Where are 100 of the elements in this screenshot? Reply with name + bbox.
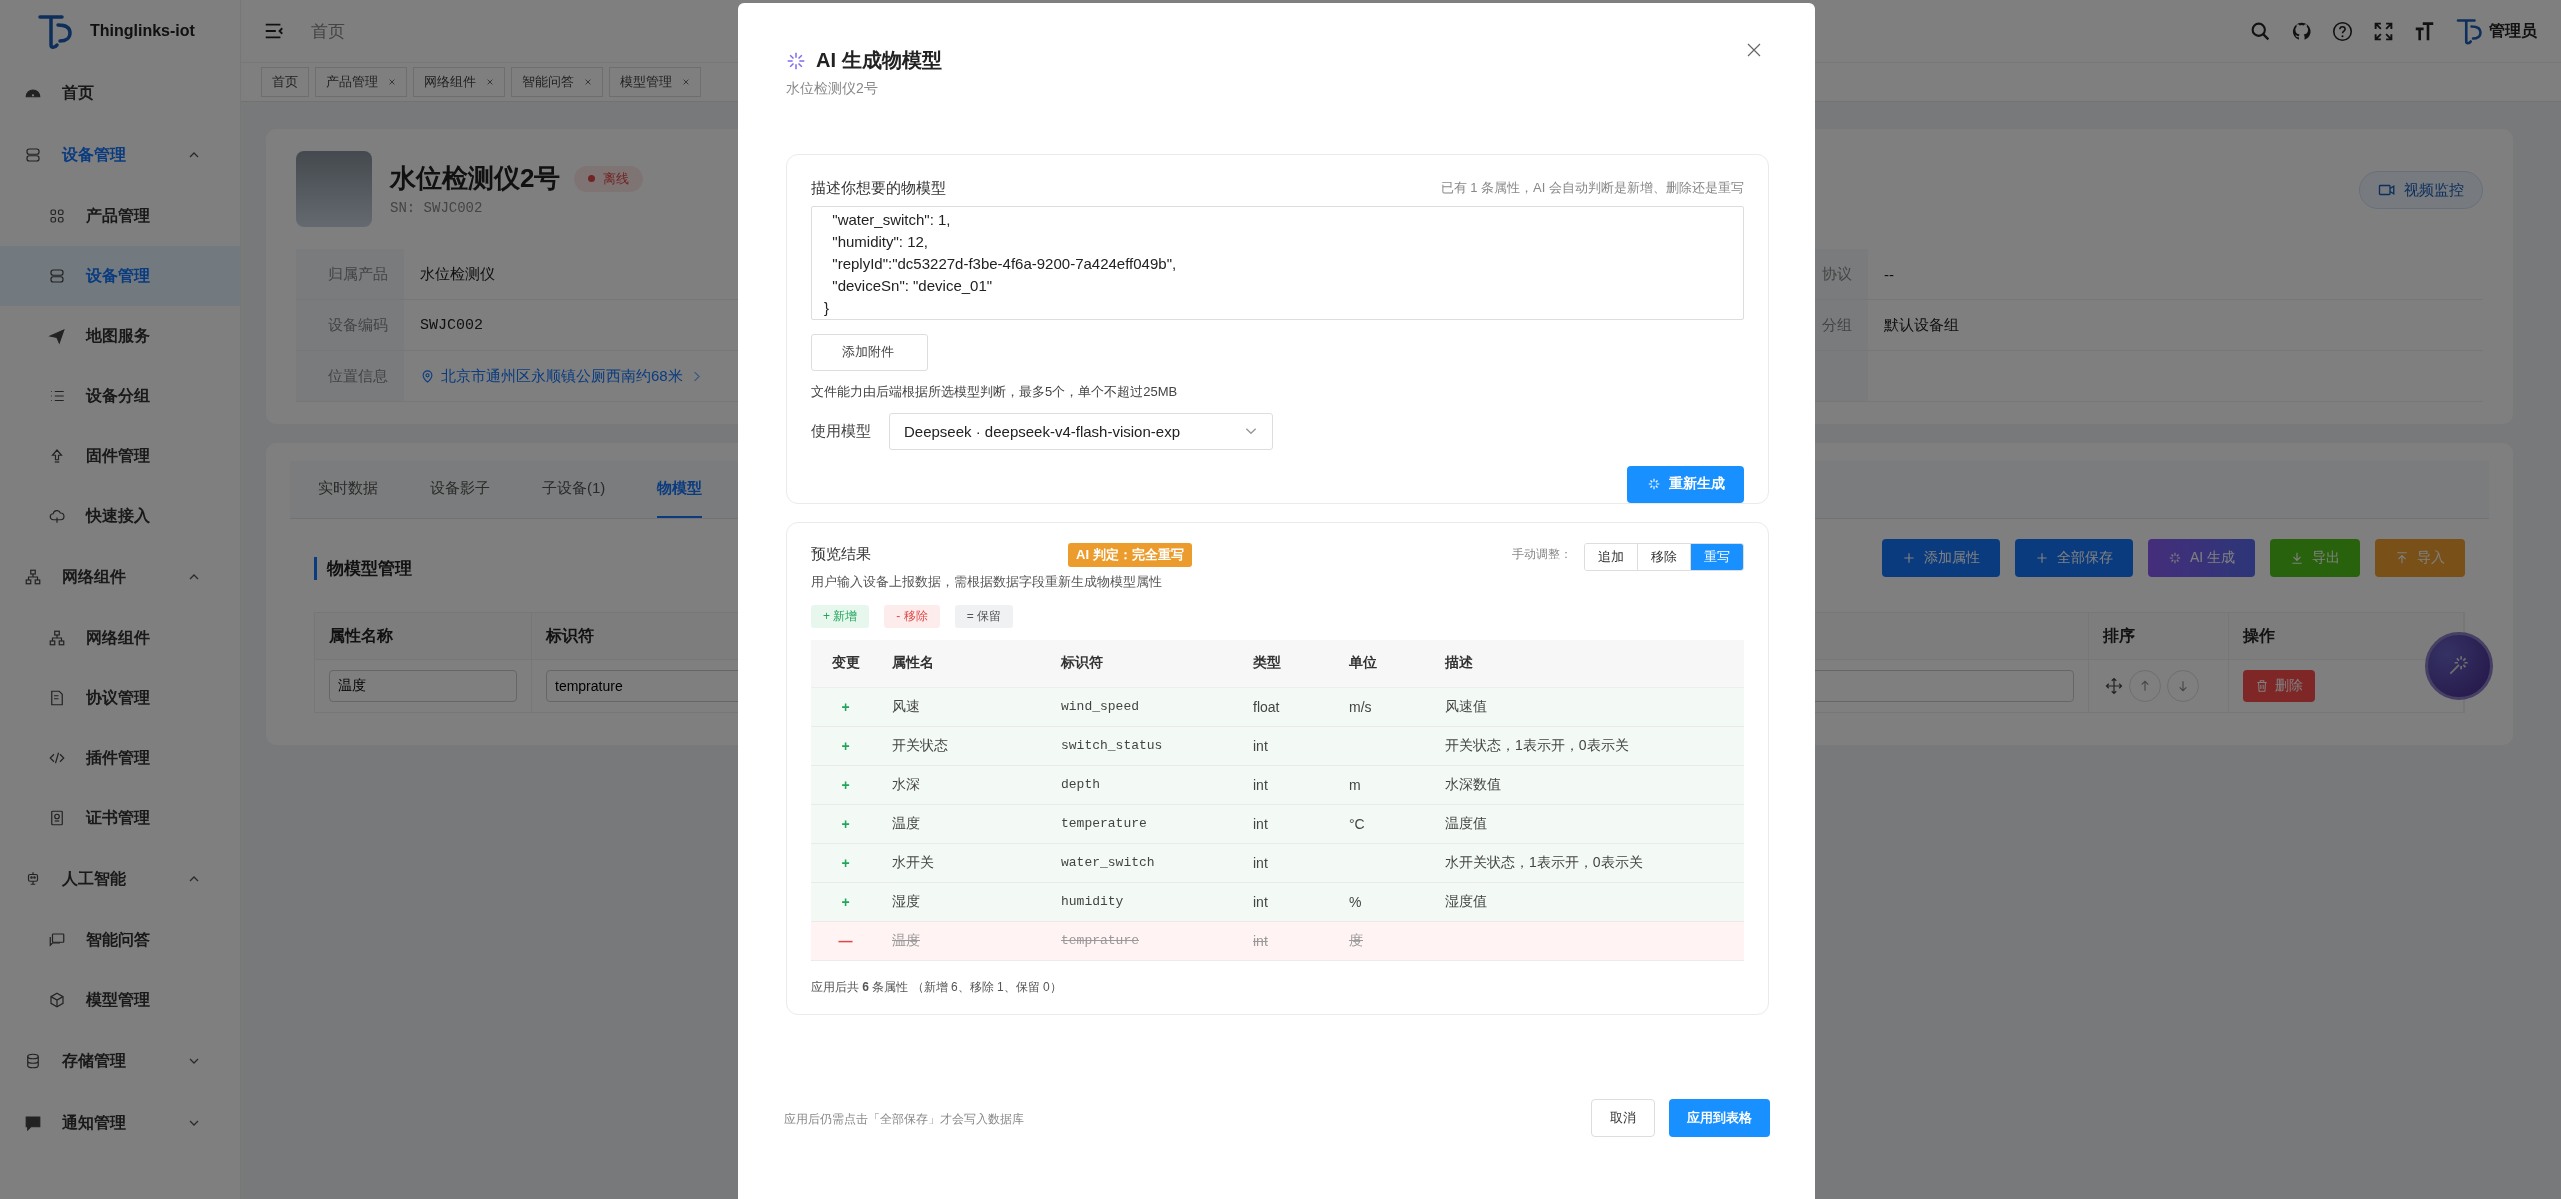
close-icon[interactable] xyxy=(584,78,592,86)
page-tab[interactable]: 模型管理 xyxy=(609,67,701,97)
fullscreen-icon[interactable] xyxy=(2373,20,2394,42)
column-header: 描述 xyxy=(1444,654,1474,673)
table-cell-text: int xyxy=(1252,932,1269,949)
database-icon xyxy=(24,1052,42,1070)
table-cell-text: wind_speed xyxy=(1060,699,1140,715)
menu-item[interactable]: 通知管理 xyxy=(0,1092,240,1154)
table-cell-text: switch_status xyxy=(1060,738,1164,754)
upload-icon xyxy=(2395,551,2409,565)
table-cell-text: 水深 xyxy=(891,775,921,794)
menu-item[interactable]: 协议管理 xyxy=(0,668,240,728)
menu-item[interactable]: 人工智能 xyxy=(0,848,240,910)
breadcrumb[interactable]: 首页 xyxy=(311,19,345,43)
change-mark: + xyxy=(840,893,851,910)
table-cell-text: int xyxy=(1252,854,1269,871)
cat-icon[interactable] xyxy=(2291,20,2312,42)
table-cell-text: 水开关状态，1表示开，0表示关 xyxy=(1444,853,1644,872)
save-button[interactable]: 全部保存 xyxy=(2014,539,2133,577)
font-size-icon[interactable] xyxy=(2414,20,2435,42)
section-title: 物模型管理 xyxy=(314,556,412,580)
name-field[interactable]: 温度 xyxy=(329,670,517,702)
menu-item[interactable]: 首页 xyxy=(0,62,240,124)
mode-option[interactable]: 重写 xyxy=(1690,543,1743,570)
user-menu[interactable]: 管理员 xyxy=(2455,16,2537,46)
field-value: -- xyxy=(1868,249,2483,300)
page-tab[interactable]: 产品管理 xyxy=(315,67,407,97)
sparkle-icon xyxy=(2167,551,2182,565)
page-tab[interactable]: 智能问答 xyxy=(511,67,603,97)
dialog-title: AI 生成物模型 xyxy=(816,48,942,73)
table-cell-text: float xyxy=(1252,698,1281,715)
network-icon xyxy=(48,629,66,647)
table-cell-text: 开关状态，1表示开，0表示关 xyxy=(1444,736,1630,755)
server-icon xyxy=(48,267,66,285)
help-icon[interactable] xyxy=(2332,20,2353,42)
adjust-label: 手动调整： xyxy=(1512,545,1572,563)
menu-item[interactable]: 设备管理 xyxy=(0,124,240,186)
menu-item[interactable]: 产品管理 xyxy=(0,186,240,246)
menu-item[interactable]: 固件管理 xyxy=(0,426,240,486)
attach-button[interactable]: 添加附件 xyxy=(811,333,928,371)
page-tab[interactable]: 首页 xyxy=(261,67,309,97)
drag-handle-icon[interactable] xyxy=(2105,677,2123,695)
prompt-label: 描述你想要的物模型 xyxy=(811,178,946,198)
delete-button[interactable]: 删除 xyxy=(2243,670,2315,702)
menu-item[interactable]: 模型管理 xyxy=(0,970,240,1030)
detail-tab[interactable]: 物模型 xyxy=(657,461,703,518)
legend-tag: - 移除 xyxy=(884,604,940,628)
paper-plane-icon xyxy=(48,327,66,345)
menu-item[interactable]: 证书管理 xyxy=(0,788,240,848)
footer-note: 应用后仍需点击「全部保存」才会写入数据库 xyxy=(784,1110,1024,1128)
change-mark: — xyxy=(837,932,854,949)
document-icon xyxy=(48,689,66,707)
menu-item[interactable]: 插件管理 xyxy=(0,728,240,788)
menu-item[interactable]: 存储管理 xyxy=(0,1030,240,1092)
table-cell-text: m xyxy=(1348,776,1362,793)
prompt-field[interactable]: "water_switch": 1, "humidity": 12, "replyId":"dc53227d-f3be-4f6a-9200-7a424eff049b", "deviceSn": "device_01" } xyxy=(811,205,1744,320)
table-cell-text: int xyxy=(1252,776,1269,793)
menu-item[interactable]: 网络组件 xyxy=(0,608,240,668)
add-button[interactable]: 添加属性 xyxy=(1881,539,2000,577)
brand-name: Thinglinks-iot xyxy=(90,22,195,40)
video-button[interactable]: 视频监控 xyxy=(2359,171,2483,209)
apply-button[interactable]: 应用到表格 xyxy=(1669,1098,1770,1137)
model-select[interactable]: Deepseek · deepseek-v4-flash-vision-exp xyxy=(889,412,1273,450)
detail-tab[interactable]: 子设备(1) xyxy=(542,461,606,518)
table-cell-text: 湿度 xyxy=(891,892,921,911)
menu-item[interactable]: 快速接入 xyxy=(0,486,240,546)
cancel-button[interactable]: 取消 xyxy=(1591,1098,1655,1137)
field-label: 设备编码 xyxy=(296,300,404,351)
trash-icon xyxy=(2255,679,2269,693)
message-icon xyxy=(24,1114,42,1132)
certificate-icon xyxy=(48,809,66,827)
column-header: 排序 xyxy=(2089,613,2229,660)
table-cell-text: 温度 xyxy=(891,931,921,950)
regenerate-button[interactable]: 重新生成 xyxy=(1627,465,1744,503)
close-icon[interactable] xyxy=(1745,41,1763,59)
plus-icon xyxy=(2034,551,2049,565)
table-cell-text: 风速值 xyxy=(1444,697,1488,716)
table-cell-text: temperature xyxy=(1060,816,1148,832)
network-icon xyxy=(24,568,42,586)
status-badge: 离线 xyxy=(574,165,644,192)
download-icon xyxy=(2290,551,2304,565)
chat-icon xyxy=(48,931,66,949)
close-icon[interactable] xyxy=(682,78,690,86)
table-cell-text: m/s xyxy=(1348,698,1373,715)
detail-tab[interactable]: 实时数据 xyxy=(318,461,378,518)
sparkle-icon xyxy=(786,50,806,71)
detail-tab[interactable]: 设备影子 xyxy=(430,461,490,518)
menu-item[interactable]: 设备分组 xyxy=(0,366,240,426)
column-header: 单位 xyxy=(1348,654,1378,673)
close-icon[interactable] xyxy=(486,78,494,86)
menu-item[interactable]: 智能问答 xyxy=(0,910,240,970)
search-icon[interactable] xyxy=(2250,20,2271,42)
page-tab[interactable]: 网络组件 xyxy=(413,67,505,97)
close-icon[interactable] xyxy=(388,78,396,86)
menu-item[interactable]: 地图服务 xyxy=(0,306,240,366)
ai-button[interactable]: AI 生成 xyxy=(2147,539,2255,577)
table-cell-text: 水深数值 xyxy=(1444,775,1502,794)
menu-item[interactable]: 网络组件 xyxy=(0,546,240,608)
menu-item[interactable]: 设备管理 xyxy=(0,246,240,306)
grid-icon xyxy=(48,207,66,225)
